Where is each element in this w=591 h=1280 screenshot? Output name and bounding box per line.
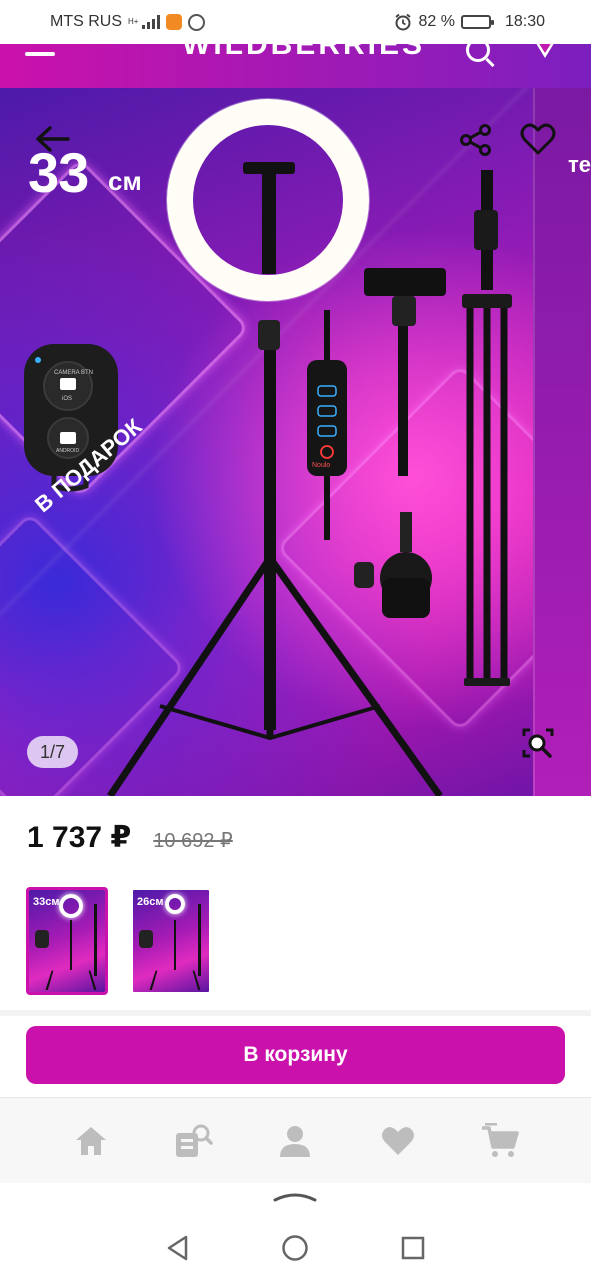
thumbnail-image: 26см [133,890,209,992]
network-type-label: H+ [128,17,139,26]
ring-light-product-image: CAMERA BTN iOS ANDROID Noulo [24,98,512,796]
stand-pole [70,920,72,970]
remote-label-top: CAMERA BTN [54,370,93,376]
section-divider [0,1010,591,1016]
ring-size-unit: см [108,166,142,196]
current-price: 1 737 ₽ [27,821,132,854]
nav-home[interactable] [65,1115,117,1167]
brand-logo[interactable]: WILDBERRIES [182,44,425,62]
stand-legs [149,970,201,991]
recents-square-icon[interactable] [399,1234,427,1262]
stand-pole [174,920,176,970]
nav-cart[interactable] [474,1115,526,1167]
heart-icon [381,1126,414,1155]
stand-legs [45,970,97,991]
controller-brand-label: Noulo [312,462,330,469]
status-right: 82 % 18:30 [394,13,545,31]
zoom-search-icon[interactable] [520,726,556,760]
remote-icon [139,930,153,948]
signal-icon [142,15,160,29]
alarm-icon [395,13,412,31]
status-bar: MTS RUS H+ 82 % 18:30 [0,0,591,44]
image-counter: 1/7 [27,736,79,768]
clock: 18:30 [504,13,545,30]
nav-catalog[interactable] [167,1115,219,1167]
remote-label-os: iOS [62,396,72,402]
ring-light-icon [165,894,185,914]
tripod-icon [198,904,201,976]
whatsapp-icon [188,13,205,31]
home-circle-icon[interactable] [280,1233,310,1263]
battery-icon [460,15,494,29]
price-row: 1 737 ₽ 10 692 ₽ [27,820,233,855]
add-to-cart-button[interactable]: В корзину [26,1026,565,1084]
remote-icon [35,930,49,948]
menu-icon[interactable] [25,52,55,56]
variant-thumbnail-26[interactable]: 26см [130,887,212,995]
product-image-gallery[interactable]: те CAMERA BTN iOS ANDROID Noulo 33 см В … [0,88,591,796]
search-icon[interactable] [466,44,490,62]
thumbnail-label: 33см [33,896,60,908]
variant-thumbnail-33[interactable]: 33см [26,887,108,995]
old-price: 10 692 ₽ [153,830,233,852]
battery-percent: 82 % [418,13,455,30]
variant-thumbnails: 33см 26см [26,887,212,995]
remote-label-bottom: ANDROID [56,448,79,454]
share-icon[interactable] [458,124,494,156]
bottom-navigation [0,1097,591,1183]
system-navigation-bar [0,1215,591,1280]
back-triangle-icon[interactable] [164,1233,192,1263]
home-icon [76,1126,107,1155]
profile-icon [280,1125,311,1157]
ring-light-icon [59,894,83,918]
filter-icon[interactable] [534,44,556,58]
app-notification-icon [166,14,182,30]
swipe-up-handle-icon[interactable] [272,1188,318,1204]
back-arrow-icon[interactable] [34,124,70,154]
favorite-heart-icon[interactable] [520,122,556,156]
cart-icon [481,1122,519,1157]
carrier-label: MTS RUS [50,13,122,30]
status-left: MTS RUS H+ [50,13,205,31]
thumbnail-image: 33см [29,890,105,992]
nav-profile[interactable] [269,1115,321,1167]
app-header: WILDBERRIES [0,44,591,88]
catalog-search-icon [176,1124,214,1157]
thumbnail-label: 26см [137,896,164,908]
tripod-icon [94,904,97,976]
nav-favorites[interactable] [372,1115,424,1167]
